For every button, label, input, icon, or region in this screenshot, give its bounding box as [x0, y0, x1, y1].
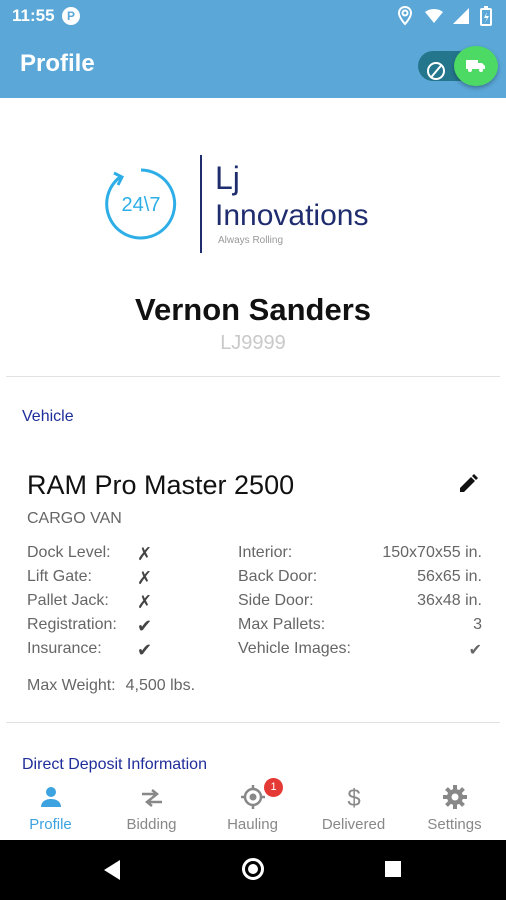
spec-value: 36x48 in. — [417, 592, 482, 609]
status-icons — [396, 5, 498, 26]
status-time: 11:55 — [12, 6, 55, 25]
divider — [6, 376, 500, 377]
logo-divider — [200, 155, 202, 253]
spec-label: Interior: — [238, 544, 293, 561]
location-icon — [396, 5, 414, 26]
svg-text:$: $ — [347, 785, 360, 810]
nav-bidding[interactable]: Bidding — [101, 776, 202, 840]
nav-delivered[interactable]: $ Delivered — [303, 776, 404, 840]
spec-row: Pallet Jack: ✗ Side Door: 36x48 in. — [27, 592, 482, 616]
spec-label: Back Door: — [238, 568, 318, 585]
spec-label: Max Pallets: — [238, 616, 326, 633]
max-weight-label: Max Weight: — [27, 677, 116, 694]
bottom-navigation: Profile Bidding 1 Hauling $ Delivered Se… — [0, 776, 506, 840]
system-navigation-bar — [0, 840, 506, 900]
nav-settings[interactable]: Settings — [404, 776, 505, 840]
battery-icon — [480, 6, 498, 26]
unavailable-icon — [427, 62, 445, 80]
spec-label: Insurance: — [27, 640, 102, 657]
app-bar: Profile — [0, 32, 506, 98]
crosshair-icon — [241, 785, 265, 809]
spec-value: ✔ — [137, 640, 153, 660]
max-weight-value: 4,500 lbs. — [125, 677, 196, 694]
nav-profile[interactable]: Profile — [0, 776, 101, 840]
spec-label: Registration: — [27, 616, 117, 633]
direct-deposit-heading: Direct Deposit Information — [22, 756, 207, 773]
nav-label: Bidding — [126, 816, 177, 833]
clock-ring-logo: 24\7 — [105, 168, 177, 240]
spec-row: Dock Level: ✗ Interior: 150x70x55 in. — [27, 544, 482, 568]
status-bar: 11:55 P — [0, 0, 506, 32]
spec-row: Lift Gate: ✗ Back Door: 56x65 in. — [27, 568, 482, 592]
dollar-icon: $ — [347, 785, 360, 810]
spec-label: Lift Gate: — [27, 568, 92, 585]
spec-label: Side Door: — [238, 592, 314, 609]
spec-value: 3 — [473, 616, 482, 633]
truck-icon — [466, 60, 485, 72]
page-title: Profile — [20, 50, 95, 77]
logo-line2: Innovations — [215, 199, 369, 232]
back-icon[interactable] — [104, 860, 120, 880]
divider — [6, 722, 500, 723]
spec-label: Dock Level: — [27, 544, 111, 561]
nav-label: Delivered — [321, 816, 386, 833]
nav-label: Settings — [427, 816, 482, 833]
spec-label: Vehicle Images: — [238, 640, 351, 657]
availability-toggle[interactable] — [418, 46, 498, 86]
gear-icon — [443, 785, 467, 809]
spec-label: Pallet Jack: — [27, 592, 109, 609]
app-notification-icon: P — [62, 7, 80, 25]
logo-tagline: Always Rolling — [218, 235, 284, 246]
nav-hauling[interactable]: 1 Hauling — [202, 776, 303, 840]
spec-row: Insurance: ✔ Vehicle Images: ✔ — [27, 640, 482, 664]
person-icon — [41, 787, 61, 807]
max-weight: Max Weight: 4,500 lbs. — [27, 677, 195, 695]
spec-row: Registration: ✔ Max Pallets: 3 — [27, 616, 482, 640]
company-logo: 24\7 Lj Innovations Always Rolling — [100, 155, 420, 255]
profile-screen: 11:55 P Profile 24\7 Lj Innovations Alwa… — [0, 0, 506, 900]
toggle-thumb[interactable] — [454, 46, 498, 86]
vehicle-specs: Dock Level: ✗ Interior: 150x70x55 in. Li… — [27, 544, 482, 664]
vehicle-title: RAM Pro Master 2500 — [27, 470, 295, 500]
logo-line1: Lj — [215, 160, 240, 196]
logo-clock-text: 24\7 — [122, 194, 161, 216]
spec-value: ✔ — [468, 642, 482, 659]
nav-label: Hauling — [227, 816, 278, 833]
nav-label: Profile — [29, 816, 72, 833]
hauling-badge: 1 — [264, 778, 283, 797]
driver-name: Vernon Sanders — [134, 292, 372, 327]
vehicle-heading: Vehicle — [22, 408, 74, 425]
spec-value: ✗ — [137, 568, 153, 588]
spec-value: 56x65 in. — [417, 568, 482, 585]
spec-value: ✗ — [137, 544, 153, 564]
spec-value: ✔ — [137, 616, 153, 636]
home-icon[interactable] — [242, 858, 264, 880]
spec-value: 150x70x55 in. — [382, 544, 482, 561]
wifi-icon — [424, 6, 443, 26]
driver-id: LJ9999 — [220, 332, 286, 354]
swap-arrows-icon — [142, 789, 162, 807]
vehicle-type: CARGO VAN — [27, 510, 122, 527]
recent-apps-icon[interactable] — [385, 861, 401, 877]
signal-icon — [452, 6, 470, 26]
spec-value: ✗ — [137, 592, 153, 612]
edit-vehicle-icon[interactable] — [458, 472, 480, 494]
